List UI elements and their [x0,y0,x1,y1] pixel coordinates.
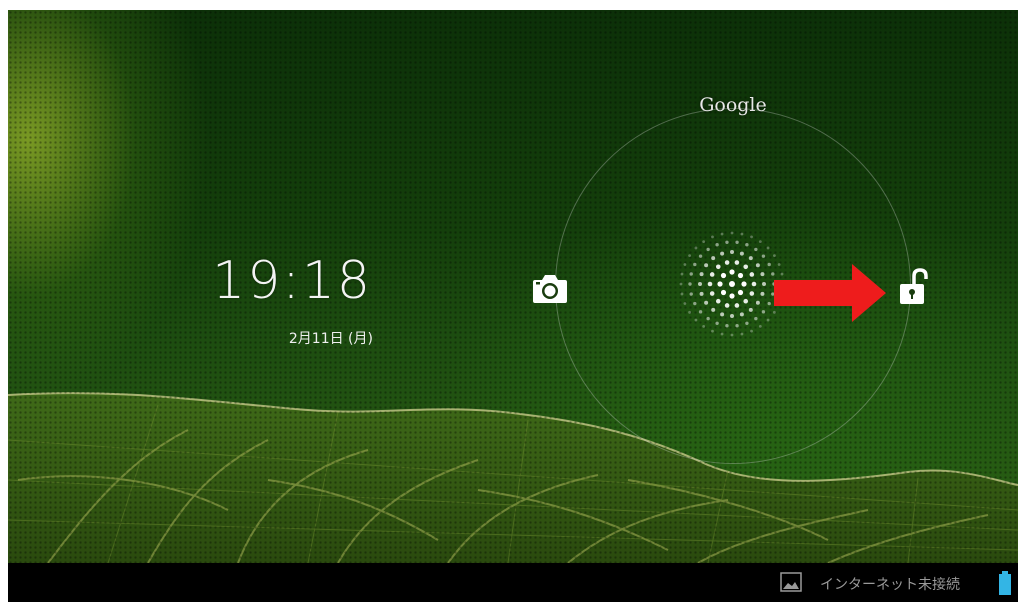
lock-screen: 19:18 2月11日 (月) Google [8,10,1018,563]
unlock-handle-icon[interactable] [676,228,788,340]
unlock-icon[interactable] [896,267,932,307]
clock-date: 2月11日 (月) [288,331,373,347]
image-icon[interactable] [780,572,802,592]
device-frame: 19:18 2月11日 (月) Google インターネット未接続 [8,10,1018,602]
system-bar: インターネット未接続 [8,563,1018,602]
clock-time: 19:18 [212,251,372,311]
battery-icon [999,571,1011,595]
network-status-text: インターネット未接続 [820,577,960,593]
camera-icon[interactable] [529,270,571,306]
red-arrow-annotation [774,264,886,322]
